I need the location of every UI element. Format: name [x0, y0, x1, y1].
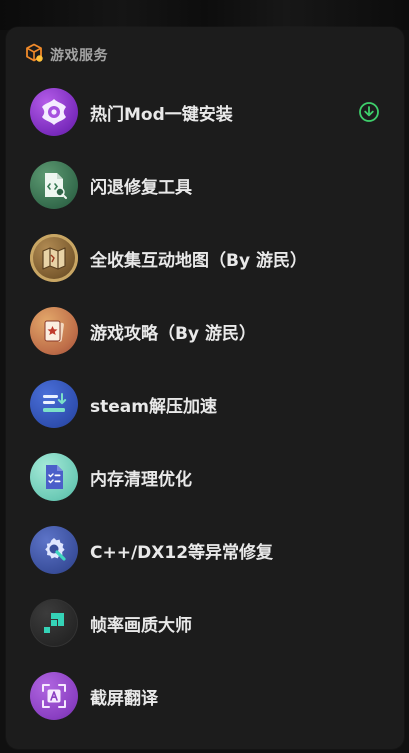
service-item-label: 游戏攻略（By 游民） [90, 323, 256, 344]
service-item-steam-accelerate[interactable]: steam解压加速 [30, 377, 386, 431]
crash-fix-icon [30, 161, 78, 209]
service-item-interactive-map[interactable]: 全收集互动地图（By 游民） [30, 231, 386, 285]
service-item-memory-clean[interactable]: 内存清理优化 [30, 450, 386, 504]
section-title: 游戏服务 [50, 48, 108, 64]
service-item-label: 内存清理优化 [90, 469, 192, 490]
screenshot-translate-icon [30, 672, 78, 720]
service-item-screenshot-translate[interactable]: 截屏翻译 [30, 669, 386, 723]
service-item-label: 帧率画质大师 [90, 615, 192, 636]
service-item-crash-fix[interactable]: 闪退修复工具 [30, 158, 386, 212]
service-item-label: 闪退修复工具 [90, 177, 192, 198]
service-item-label: 热门Mod一键安装 [90, 104, 233, 125]
memory-clean-icon [30, 453, 78, 501]
game-services-panel: 游戏服务 热门Mod一键安装 闪退修复工具 全收集互动地图（By 游民） 游戏攻… [6, 27, 404, 749]
map-icon [30, 234, 78, 282]
mod-install-icon [30, 88, 78, 136]
service-item-label: C++/DX12等异常修复 [90, 542, 274, 563]
top-background-strip [0, 0, 409, 30]
guide-book-icon [30, 307, 78, 355]
service-item-frame-rate[interactable]: 帧率画质大师 [30, 596, 386, 650]
service-item-label: steam解压加速 [90, 396, 217, 417]
service-item-mod-install[interactable]: 热门Mod一键安装 [30, 85, 386, 139]
service-item-game-guide[interactable]: 游戏攻略（By 游民） [30, 304, 386, 358]
game-box-icon [24, 43, 44, 67]
service-item-runtime-repair[interactable]: C++/DX12等异常修复 [30, 523, 386, 577]
steam-accelerate-icon [30, 380, 78, 428]
section-header: 游戏服务 [24, 43, 108, 67]
runtime-repair-icon [30, 526, 78, 574]
frame-rate-icon [30, 599, 78, 647]
download-circle-icon[interactable] [357, 100, 381, 124]
service-item-label: 全收集互动地图（By 游民） [90, 250, 307, 271]
service-item-label: 截屏翻译 [90, 688, 158, 709]
